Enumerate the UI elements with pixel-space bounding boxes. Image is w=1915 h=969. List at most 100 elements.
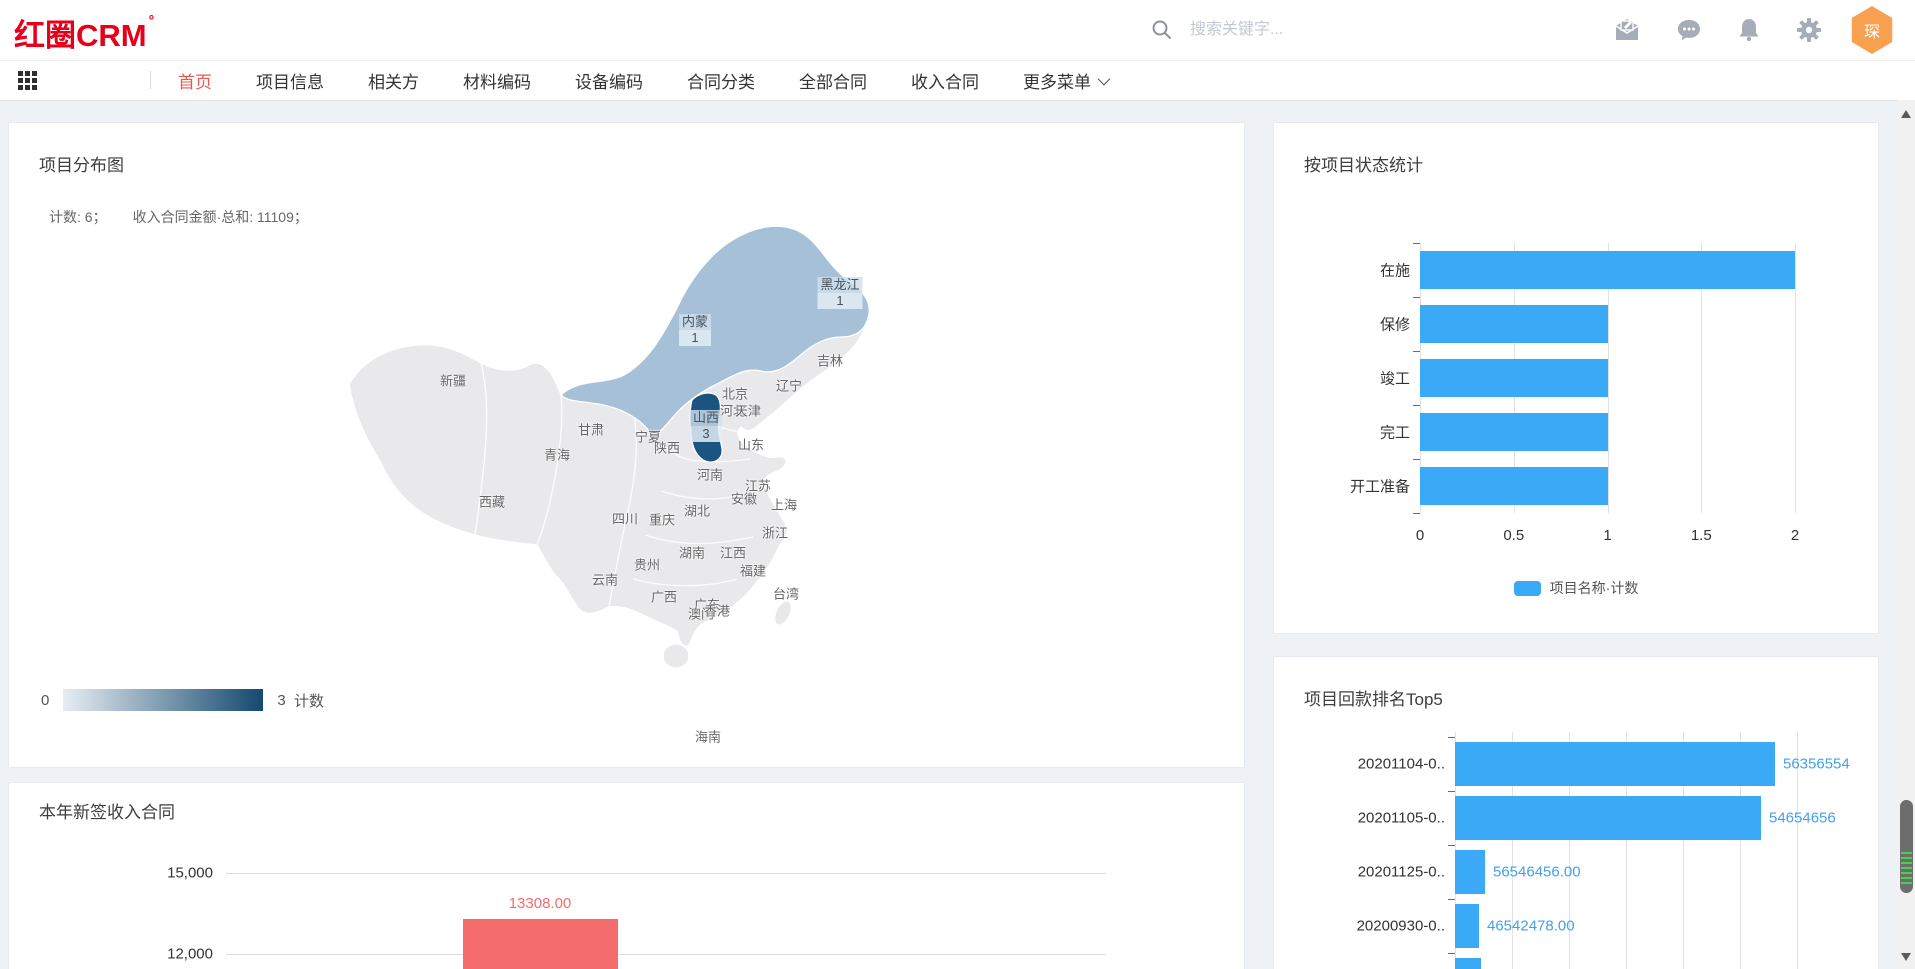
y-axis-tick	[1413, 243, 1420, 244]
tag-province-value: 1	[817, 293, 862, 309]
y-axis-tick	[1448, 953, 1455, 954]
page-scrollbar[interactable]	[1898, 100, 1915, 969]
notification-bell-icon[interactable]	[1735, 16, 1763, 44]
y-axis-tick	[1448, 845, 1455, 846]
status-stats-panel: 按项目状态统计 00.511.52在施保修竣工完工开工准备 项目名称·计数	[1273, 122, 1879, 634]
status-bar-竣工[interactable]	[1420, 359, 1608, 397]
new-contract-panel: 本年新签收入合同 15,000 12,000 13308.00	[8, 782, 1245, 969]
gridline	[226, 954, 1106, 955]
status-bar-保修[interactable]	[1420, 305, 1608, 343]
province-label-浙江: 浙江	[762, 523, 788, 542]
contract-bar[interactable]	[463, 919, 618, 969]
province-label-辽宁: 辽宁	[776, 376, 802, 395]
apps-grid-icon[interactable]	[18, 71, 37, 90]
scroll-thumb-stripes	[1901, 852, 1912, 886]
payment-bar-5[interactable]	[1455, 958, 1481, 969]
map-region-taiwan	[771, 598, 795, 627]
province-label-湖北: 湖北	[684, 501, 710, 520]
status-bar-开工准备[interactable]	[1420, 467, 1608, 505]
x-tick-label: 0	[1416, 527, 1424, 544]
china-map[interactable]	[9, 123, 1244, 767]
bar-value-label: 54654656	[1769, 810, 1836, 827]
province-value-tag-山西[interactable]: 山西3	[690, 410, 722, 442]
status-bar-完工[interactable]	[1420, 413, 1608, 451]
province-value-tag-黑龙江[interactable]: 黑龙江1	[817, 277, 862, 309]
nav-item-项目信息[interactable]: 项目信息	[256, 68, 324, 93]
scroll-thumb[interactable]	[1900, 800, 1913, 893]
category-label: 在施	[1274, 260, 1410, 281]
province-label-山东: 山东	[738, 435, 764, 454]
nav-item-全部合同[interactable]: 全部合同	[799, 68, 867, 93]
panel-title: 项目回款排名Top5	[1304, 685, 1443, 710]
panel-title: 本年新签收入合同	[39, 798, 175, 823]
y-axis-tick	[1448, 899, 1455, 900]
chat-icon[interactable]	[1675, 16, 1703, 44]
panel-title: 按项目状态统计	[1304, 151, 1423, 176]
province-value-tag-内蒙[interactable]: 内蒙1	[679, 314, 711, 346]
nav-divider	[150, 71, 151, 89]
category-label: 20201105-0..	[1274, 810, 1445, 827]
nav-item-设备编码[interactable]: 设备编码	[575, 68, 643, 93]
legend-swatch	[1514, 581, 1541, 596]
legend-min: 0	[41, 692, 49, 709]
settings-gear-icon[interactable]	[1795, 16, 1823, 44]
province-label-陕西: 陕西	[654, 438, 680, 457]
nav-item-材料编码[interactable]: 材料编码	[463, 68, 531, 93]
nav-item-合同分类[interactable]: 合同分类	[687, 68, 755, 93]
province-label-四川: 四川	[612, 509, 638, 528]
province-label-天津: 天津	[735, 401, 761, 420]
tag-province-value: 3	[690, 426, 722, 442]
app-logo[interactable]: 红圈CRM°	[14, 10, 152, 55]
legend-unit: 计数	[294, 690, 324, 711]
global-search	[1150, 12, 1570, 48]
legend-label: 项目名称·计数	[1550, 578, 1639, 598]
category-label: 20201104-0..	[1274, 756, 1445, 773]
chevron-down-icon	[1098, 73, 1111, 86]
tag-province-name: 山西	[690, 410, 722, 426]
x-tick-label: 1.5	[1691, 527, 1712, 544]
status-chart-legend[interactable]: 项目名称·计数	[1274, 578, 1878, 598]
province-label-新疆: 新疆	[440, 371, 466, 390]
tag-province-name: 黑龙江	[817, 277, 862, 293]
province-label-青海: 青海	[544, 445, 570, 464]
payment-bar-2[interactable]	[1455, 796, 1761, 840]
bar-value-label: 56546456.00	[1493, 864, 1581, 881]
nav-item-首页[interactable]: 首页	[178, 68, 212, 93]
nav-item-label: 全部合同	[799, 68, 867, 93]
search-input[interactable]	[1188, 20, 1522, 40]
y-axis-tick	[1413, 297, 1420, 298]
scroll-up-arrow[interactable]	[1901, 110, 1911, 118]
x-tick-label: 2	[1791, 527, 1799, 544]
y-axis-tick	[1413, 351, 1420, 352]
search-icon[interactable]	[1150, 18, 1174, 42]
gridline	[1795, 243, 1796, 513]
province-label-吉林: 吉林	[817, 351, 843, 370]
payment-rank-panel: 项目回款排名Top5 20201104-0..5635655420201105-…	[1273, 656, 1879, 969]
nav-item-相关方[interactable]: 相关方	[368, 68, 419, 93]
nav-item-更多菜单[interactable]: 更多菜单	[1023, 68, 1107, 93]
compose-mail-icon[interactable]	[1613, 16, 1641, 44]
nav-item-label: 项目信息	[256, 68, 324, 93]
legend-gradient-bar	[63, 689, 263, 711]
logo-text: 红圈CRM	[14, 18, 147, 53]
province-label-广西: 广西	[651, 587, 677, 606]
tag-province-value: 1	[679, 330, 711, 346]
x-tick-label: 1	[1603, 527, 1611, 544]
nav-item-label: 材料编码	[463, 68, 531, 93]
payment-bar-4[interactable]	[1455, 904, 1479, 948]
payment-bar-1[interactable]	[1455, 742, 1775, 786]
scroll-down-arrow[interactable]	[1901, 953, 1911, 961]
y-tick-15000: 15,000	[153, 865, 213, 882]
nav-item-收入合同[interactable]: 收入合同	[911, 68, 979, 93]
nav-item-label: 首页	[178, 68, 212, 93]
payment-bar-3[interactable]	[1455, 850, 1485, 894]
user-avatar[interactable]: 琛	[1849, 6, 1895, 54]
top-bar: 红圈CRM°	[0, 0, 1915, 61]
province-label-安徽: 安徽	[731, 489, 757, 508]
category-label: 开工准备	[1274, 476, 1410, 497]
bar-value-label: 46542478.00	[1487, 918, 1575, 935]
province-label-上海: 上海	[771, 495, 797, 514]
status-bar-在施[interactable]	[1420, 251, 1795, 289]
province-label-福建: 福建	[740, 561, 766, 580]
category-label: 20201125-0..	[1274, 864, 1445, 881]
